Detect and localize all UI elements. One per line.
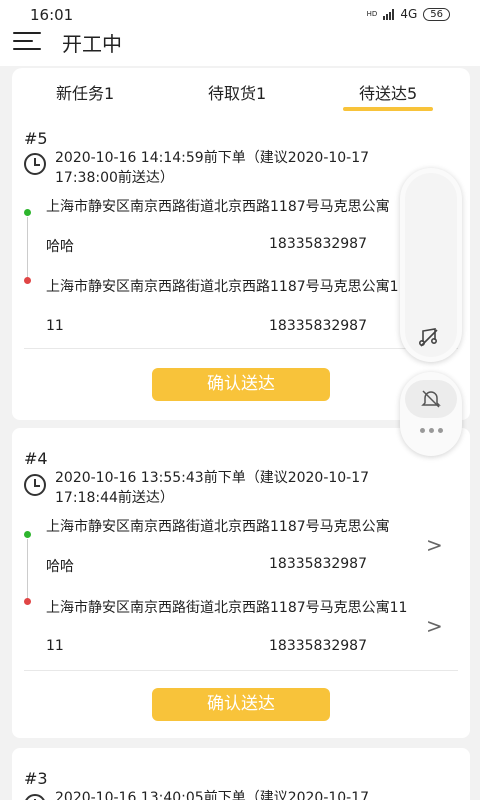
more-icon[interactable] [420, 428, 443, 433]
delivery-address: 上海市静安区南京西路街道北京西路1187号马克思公寓11 [46, 279, 408, 295]
hamburger-menu-icon[interactable] [13, 30, 41, 52]
network-label: 4G [400, 7, 418, 21]
delivery-dot [24, 598, 31, 605]
app-header: 开工中 [0, 24, 480, 66]
divider [24, 348, 458, 349]
order-card: #3 2020-10-16 13:40:05前下单（建议2020-10-17 [12, 748, 470, 800]
delivery-phone: 18335832987 [269, 318, 367, 334]
order-number: #4 [24, 449, 48, 468]
battery-icon: 56 [423, 7, 450, 21]
order-time: 2020-10-16 13:55:43前下单（建议2020-10-17 17:1… [55, 470, 370, 506]
divider [24, 670, 458, 671]
delivery-name: 11 [46, 638, 64, 654]
order-time: 2020-10-16 14:14:59前下单（建议2020-10-17 17:3… [55, 150, 370, 186]
delivery-name: 11 [46, 318, 64, 334]
page-title: 开工中 [62, 32, 122, 56]
tab-awaiting-pickup[interactable]: 待取货1 [208, 80, 266, 104]
status-icons: HD 4G 56 [367, 7, 450, 21]
status-bar: 16:01 HD 4G 56 [0, 0, 480, 24]
pickup-info[interactable]: 上海市静安区南京西路街道北京西路1187号马克思公寓 哈哈 1833583298… [12, 517, 470, 603]
order-number: #3 [24, 769, 48, 788]
status-time: 16:01 [30, 6, 74, 24]
delivery-info[interactable]: 上海市静安区南京西路街道北京西路1187号马克思公寓11 11 18335832… [12, 598, 470, 658]
clock-icon [24, 794, 46, 800]
pickup-dot [24, 531, 31, 538]
route-line [27, 217, 28, 281]
pickup-phone: 18335832987 [269, 556, 367, 572]
delivery-dot [24, 277, 31, 284]
confirm-delivery-button[interactable]: 确认送达 [152, 688, 330, 721]
order-tabs: 新任务1 待取货1 待送达5 [12, 68, 470, 112]
delivery-phone: 18335832987 [269, 638, 367, 654]
pickup-phone: 18335832987 [269, 236, 367, 252]
pickup-dot [24, 209, 31, 216]
bell-off-icon [421, 390, 441, 408]
pickup-name: 哈哈 [46, 239, 74, 255]
tab-new-tasks[interactable]: 新任务1 [56, 80, 114, 104]
clock-icon [24, 474, 46, 496]
route-line [27, 539, 28, 603]
pickup-address: 上海市静安区南京西路街道北京西路1187号马克思公寓 [46, 199, 390, 215]
order-card: #4 2020-10-16 13:55:43前下单（建议2020-10-17 1… [12, 428, 470, 738]
pickup-name: 哈哈 [46, 559, 74, 575]
music-off-icon[interactable] [418, 326, 440, 348]
battery-level: 56 [430, 8, 443, 20]
order-number: #5 [24, 129, 48, 148]
chevron-right-icon[interactable]: > [426, 614, 443, 638]
order-time: 2020-10-16 13:40:05前下单（建议2020-10-17 [55, 790, 370, 800]
pickup-address: 上海市静安区南京西路街道北京西路1187号马克思公寓 [46, 519, 390, 535]
floating-panel [400, 168, 462, 362]
chevron-right-icon[interactable]: > [426, 533, 443, 557]
hd-label: HD [366, 10, 378, 18]
confirm-delivery-button[interactable]: 确认送达 [152, 368, 330, 401]
floating-controls [400, 372, 462, 456]
signal-icon [383, 8, 395, 20]
tab-awaiting-delivery[interactable]: 待送达5 [342, 80, 434, 111]
clock-icon [24, 153, 46, 175]
bell-off-button[interactable] [405, 380, 457, 418]
delivery-address: 上海市静安区南京西路街道北京西路1187号马克思公寓11 [46, 600, 408, 616]
